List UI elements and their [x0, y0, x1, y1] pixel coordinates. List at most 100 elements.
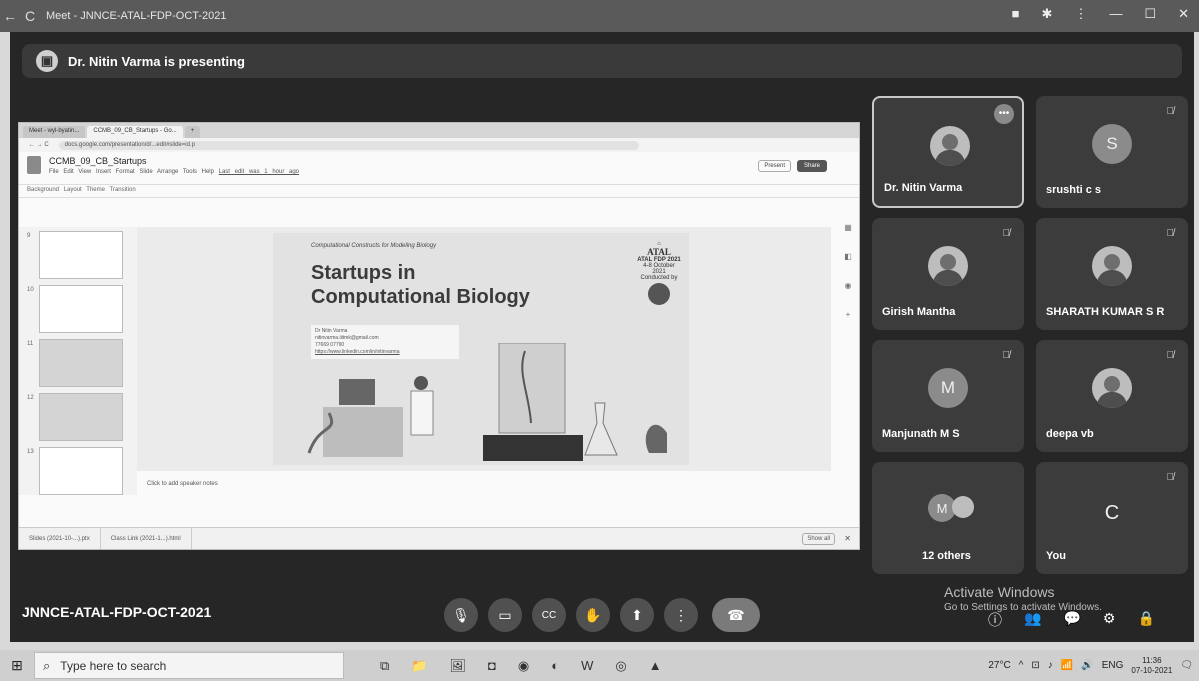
participant-tile[interactable]: 🎙̸ M Manjunath M S	[872, 340, 1024, 452]
calendar-icon[interactable]: ▦	[844, 223, 852, 232]
menu-slide[interactable]: Slide	[139, 169, 152, 175]
host-controls-icon[interactable]: 🔒	[1137, 610, 1154, 630]
tray-overflow-icon[interactable]: ^	[1019, 660, 1024, 671]
close-downloads-icon[interactable]: ✕	[844, 534, 851, 543]
participant-tile[interactable]: 🎙̸ C You	[1036, 462, 1188, 574]
tasks-icon[interactable]: ◉	[845, 281, 852, 290]
leave-call-button[interactable]: ☎	[712, 598, 760, 632]
presenting-text: Dr. Nitin Varma is presenting	[68, 53, 245, 69]
last-edit-link[interactable]: Last edit was 1 hour ago	[219, 169, 299, 175]
participant-tile[interactable]: M 12 others	[872, 462, 1024, 574]
slide-thumbnail[interactable]	[39, 393, 123, 441]
photos-icon[interactable]: 🖼	[449, 658, 466, 674]
kebab-menu-icon[interactable]: ⋮	[1074, 6, 1087, 22]
slide-number: 12	[27, 395, 34, 401]
info-icon[interactable]: ⓘ	[988, 610, 1002, 630]
more-options-button[interactable]: ⋮	[664, 598, 698, 632]
menu-arrange[interactable]: Arrange	[157, 169, 178, 175]
doc-title[interactable]: CCMB_09_CB_Startups	[49, 156, 299, 166]
participant-name: Girish Mantha	[882, 306, 956, 318]
raise-hand-button[interactable]: ✋	[576, 598, 610, 632]
meet-side-controls: ⓘ 👥 💬 ⚙ 🔒	[988, 610, 1155, 630]
participant-name: srushti c s	[1046, 184, 1102, 196]
camera-toggle-button[interactable]: ▭	[488, 598, 522, 632]
start-icon[interactable]: ⊞	[0, 657, 34, 674]
slide-thumbnail[interactable]	[39, 339, 123, 387]
menu-view[interactable]: View	[78, 169, 91, 175]
pin-icon[interactable]: ✱	[1042, 6, 1053, 22]
toolbar-theme[interactable]: Theme	[86, 187, 105, 193]
menu-file[interactable]: File	[49, 169, 59, 175]
download-item[interactable]: Slides (2021-10-...).ptx	[19, 528, 101, 549]
participant-tile[interactable]: 🎙̸ Girish Mantha	[872, 218, 1024, 330]
keep-icon[interactable]: ◧	[844, 252, 852, 261]
toolbar-layout[interactable]: Layout	[64, 187, 82, 193]
slide-thumbnail[interactable]	[39, 447, 123, 495]
present-button[interactable]: Present	[758, 160, 791, 172]
volume-icon[interactable]: 🔊	[1081, 660, 1093, 671]
maximize-button[interactable]: ☐	[1144, 6, 1156, 22]
image-viewer-icon[interactable]: ▲	[649, 658, 662, 674]
minimize-button[interactable]: —	[1109, 6, 1122, 22]
menu-edit[interactable]: Edit	[63, 169, 73, 175]
download-item[interactable]: Class Link (2021-1...).html	[101, 528, 192, 549]
browser-tab[interactable]: Meet - wyl-byatin...	[23, 126, 86, 138]
speaker-notes[interactable]: Click to add speaker notes	[147, 481, 218, 487]
menu-tools[interactable]: Tools	[183, 169, 197, 175]
present-now-button[interactable]: ⬆	[620, 598, 654, 632]
task-view-icon[interactable]: ⧉	[380, 658, 389, 674]
menu-format[interactable]: Format	[116, 169, 135, 175]
word-icon[interactable]: W	[581, 658, 593, 674]
add-addon-icon[interactable]: +	[846, 310, 851, 319]
mic-off-icon: 🎙̸	[1166, 472, 1175, 483]
weather-temperature[interactable]: 27°C	[988, 660, 1010, 671]
file-explorer-icon[interactable]: 📁	[411, 658, 427, 674]
slides-logo-icon	[27, 156, 41, 174]
new-tab-button[interactable]: +	[184, 126, 201, 138]
current-slide[interactable]: Computational Constructs for Modeling Bi…	[273, 233, 689, 465]
share-button[interactable]: Share	[796, 160, 827, 172]
reload-icon[interactable]: C	[20, 8, 40, 24]
window-title: Meet - JNNCE-ATAL-FDP-OCT-2021	[46, 10, 227, 22]
toolbar-background[interactable]: Background	[27, 187, 59, 193]
menu-insert[interactable]: Insert	[96, 169, 111, 175]
show-all-button[interactable]: Show all	[802, 532, 835, 545]
participant-tile[interactable]: 🎙̸ S srushti c s	[1036, 96, 1188, 208]
notification-icon[interactable]: 🗨	[1180, 660, 1193, 671]
more-options-icon[interactable]: •••	[994, 104, 1014, 124]
clock[interactable]: 11:36 07-10-2021	[1131, 656, 1172, 676]
browser-nav-icons[interactable]: ← → C	[29, 142, 49, 148]
extension-icon[interactable]: ■	[1012, 6, 1020, 22]
close-button[interactable]: ✕	[1178, 6, 1189, 22]
activities-icon[interactable]: ⚙	[1103, 610, 1116, 630]
scientist-head	[414, 376, 428, 390]
search-placeholder: Type here to search	[60, 658, 167, 673]
menu-help[interactable]: Help	[202, 169, 214, 175]
slide-thumbnail[interactable]	[39, 231, 123, 279]
windows-taskbar: ⊞ ⌕ Type here to search ⧉ 📁 🖼 ◘ ◉ ◐ W ◎ …	[0, 650, 1199, 681]
participant-tile[interactable]: ••• Dr. Nitin Varma	[872, 96, 1024, 208]
chat-icon[interactable]: 💬	[1063, 610, 1080, 630]
back-arrow-icon[interactable]: ←	[0, 8, 20, 24]
mic-toggle-button[interactable]: 🎙	[444, 598, 478, 632]
captions-button[interactable]: CC	[532, 598, 566, 632]
browser-tab-active[interactable]: CCMB_09_CB_Startups - Go...	[87, 126, 183, 138]
participant-tile[interactable]: 🎙̸ SHARATH KUMAR S R	[1036, 218, 1188, 330]
tray-app-icon[interactable]: ⊡	[1031, 660, 1039, 671]
language-indicator[interactable]: ENG	[1102, 660, 1124, 671]
edge-icon[interactable]: ◐	[551, 658, 559, 674]
camera-icon[interactable]: ◘	[488, 658, 496, 674]
address-bar[interactable]: docs.google.com/presentation/d/...edit#s…	[58, 140, 639, 150]
mic-tray-icon[interactable]: ♪	[1048, 660, 1053, 671]
participant-name: deepa vb	[1046, 428, 1094, 440]
slide-title: Startups in Computational Biology	[311, 261, 530, 309]
people-icon[interactable]: 👥	[1024, 610, 1041, 630]
network-icon[interactable]: 📶	[1061, 660, 1073, 671]
chrome-icon[interactable]: ◉	[518, 658, 529, 674]
participant-tile[interactable]: 🎙̸ deepa vb	[1036, 340, 1188, 452]
taskbar-search[interactable]: ⌕ Type here to search	[34, 652, 344, 679]
app-icon[interactable]: ◎	[615, 658, 626, 674]
conducted-by: Conducted by	[640, 275, 678, 281]
slide-thumbnail[interactable]	[39, 285, 123, 333]
toolbar-transition[interactable]: Transition	[110, 187, 136, 193]
